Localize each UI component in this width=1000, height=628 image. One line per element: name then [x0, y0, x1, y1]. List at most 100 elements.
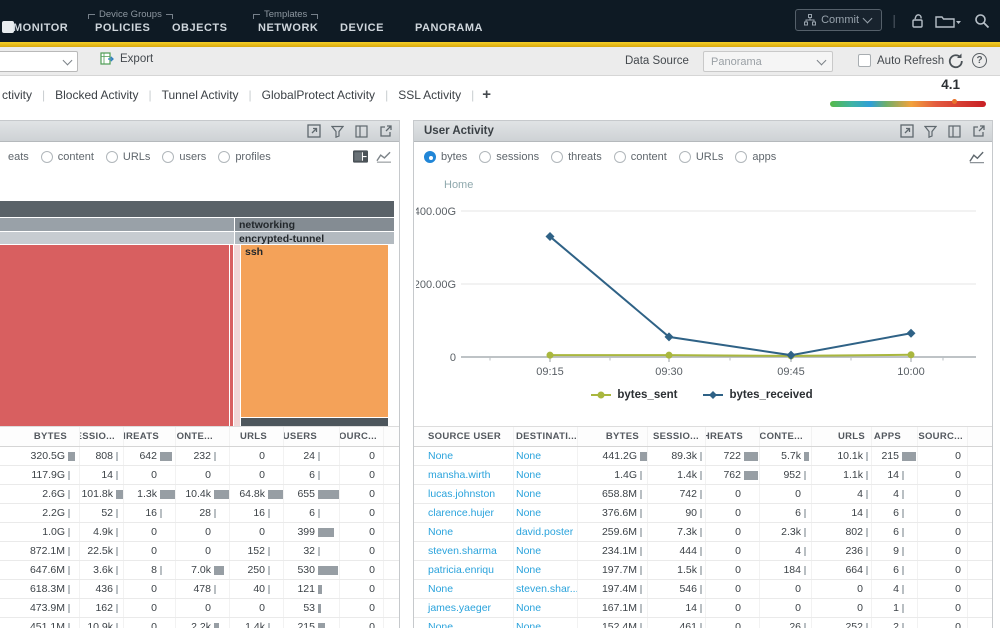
user-link[interactable]: None: [426, 621, 453, 628]
user-link[interactable]: None: [514, 507, 541, 519]
columns-icon[interactable]: [354, 124, 369, 139]
user-link[interactable]: None: [514, 602, 541, 614]
left-radio-content[interactable]: content: [41, 151, 94, 163]
user-link[interactable]: james.yaeger: [426, 602, 491, 614]
column-header-sessio[interactable]: SESSIO...: [80, 427, 124, 446]
column-header-threats[interactable]: THREATS: [124, 427, 176, 446]
cell-bar-zone: [637, 490, 647, 499]
user-link[interactable]: steven.sharma: [426, 545, 497, 557]
user-link[interactable]: None: [426, 583, 453, 595]
maximize-icon[interactable]: [306, 124, 321, 139]
column-header-sessio[interactable]: SESSIO...: [648, 427, 706, 446]
column-header-conte[interactable]: CONTE...: [176, 427, 230, 446]
treemap-ssh-block[interactable]: ssh: [241, 245, 388, 417]
data-source-select[interactable]: Panorama: [703, 51, 833, 72]
legend-label: bytes_received: [729, 389, 812, 401]
cell-value: 6: [872, 526, 899, 538]
user-link[interactable]: mansha.wirth: [426, 469, 490, 481]
value-tick: [268, 566, 270, 575]
user-link[interactable]: None: [514, 450, 541, 462]
user-link[interactable]: None: [514, 488, 541, 500]
external-link-icon[interactable]: [378, 124, 393, 139]
nav-item-network[interactable]: NETWORK: [258, 22, 318, 34]
column-header-sourc[interactable]: SOURC...: [918, 427, 968, 446]
treemap-block-large[interactable]: [0, 245, 229, 426]
maximize-icon[interactable]: [899, 124, 914, 139]
commit-button[interactable]: Commit: [795, 9, 882, 31]
user-link[interactable]: None: [514, 469, 541, 481]
line-chart-view-icon[interactable]: [376, 149, 391, 164]
nav-item-objects[interactable]: OBJECTS: [172, 22, 227, 34]
user-radio-urls[interactable]: URLs: [679, 151, 724, 163]
column-header-sourceuser[interactable]: SOURCE USER: [426, 427, 514, 446]
user-link[interactable]: None: [426, 526, 453, 538]
left-radio-users[interactable]: users: [162, 151, 206, 163]
radio-label: bytes: [441, 151, 467, 163]
treemap-networking-band[interactable]: networking: [235, 218, 394, 231]
user-radio-threats[interactable]: threats: [551, 151, 602, 163]
column-header-destinati[interactable]: DESTINATI...: [514, 427, 578, 446]
user-link[interactable]: patricia.enriqu: [426, 564, 494, 576]
left-radio-profiles[interactable]: profiles: [218, 151, 270, 163]
column-header-apps[interactable]: APPS: [872, 427, 918, 446]
tab-blocked-activity[interactable]: Blocked Activity: [45, 88, 148, 102]
columns-icon[interactable]: [947, 124, 962, 139]
user-link[interactable]: clarence.hujer: [426, 507, 494, 519]
nav-item-policies[interactable]: POLICIES: [95, 22, 150, 34]
unlock-icon[interactable]: [908, 11, 928, 31]
user-radio-apps[interactable]: apps: [735, 151, 776, 163]
left-radio-urls[interactable]: URLs: [106, 151, 151, 163]
user-link[interactable]: None: [514, 621, 541, 628]
cell-value: 4: [872, 488, 899, 500]
radio-circle-icon: [679, 151, 691, 163]
external-link-icon[interactable]: [971, 124, 986, 139]
treemap-view-icon[interactable]: [353, 149, 368, 164]
column-header-bytes[interactable]: BYTES: [578, 427, 648, 446]
user-link[interactable]: david.poster: [514, 526, 573, 538]
treemap-sliver[interactable]: [230, 245, 233, 426]
search-icon[interactable]: [972, 11, 992, 31]
column-header-threats[interactable]: THREATS: [706, 427, 760, 446]
column-header-sourc[interactable]: SOURC...: [340, 427, 384, 446]
tab-globalprotect-activity[interactable]: GlobalProtect Activity: [252, 88, 385, 102]
user-radio-sessions[interactable]: sessions: [479, 151, 539, 163]
user-radio-bytes[interactable]: bytes: [424, 151, 467, 163]
auto-refresh-checkbox[interactable]: [858, 54, 871, 67]
filter-icon[interactable]: [330, 124, 345, 139]
treemap-sliver[interactable]: [234, 245, 240, 426]
nav-item-monitor[interactable]: MONITOR: [13, 22, 68, 34]
treemap-encrypted-tunnel-band[interactable]: encrypted-tunnel: [235, 232, 394, 244]
column-header-urls[interactable]: URLS: [230, 427, 284, 446]
add-tab-button[interactable]: +: [474, 86, 499, 103]
line-chart-view-icon[interactable]: [969, 149, 984, 164]
user-cell: mansha.wirth: [426, 466, 514, 484]
treemap-category-band[interactable]: [0, 201, 394, 217]
tab-ssl-activity[interactable]: SSL Activity: [388, 88, 471, 102]
nav-item-panorama[interactable]: PANORAMA: [415, 22, 483, 34]
column-header-users[interactable]: USERS: [284, 427, 340, 446]
metric-cell: 2.2G: [12, 504, 80, 522]
cell-bar-zone: [113, 471, 123, 480]
user-link[interactable]: steven.shar...: [514, 583, 577, 595]
treemap-band[interactable]: [0, 218, 234, 231]
column-header-bytes[interactable]: BYTES: [12, 427, 80, 446]
tab-ctivity[interactable]: ctivity: [2, 88, 42, 102]
export-button[interactable]: Export: [100, 52, 153, 65]
nav-item-device[interactable]: DEVICE: [340, 22, 384, 34]
user-link[interactable]: None: [514, 545, 541, 557]
filter-icon[interactable]: [923, 124, 938, 139]
column-header-conte[interactable]: CONTE...: [760, 427, 812, 446]
treemap-bottom-band[interactable]: [241, 418, 388, 426]
refresh-icon[interactable]: [946, 52, 965, 76]
treemap-band[interactable]: [0, 232, 234, 244]
view-select[interactable]: [0, 51, 78, 72]
user-radio-content[interactable]: content: [614, 151, 667, 163]
user-link[interactable]: lucas.johnston: [426, 488, 495, 500]
help-icon[interactable]: ?: [972, 53, 987, 68]
folder-menu-icon[interactable]: [934, 11, 962, 31]
user-link[interactable]: None: [426, 450, 453, 462]
column-header-urls[interactable]: URLS: [812, 427, 872, 446]
tab-tunnel-activity[interactable]: Tunnel Activity: [152, 88, 249, 102]
user-link[interactable]: None: [514, 564, 541, 576]
value-tick: [700, 547, 702, 556]
